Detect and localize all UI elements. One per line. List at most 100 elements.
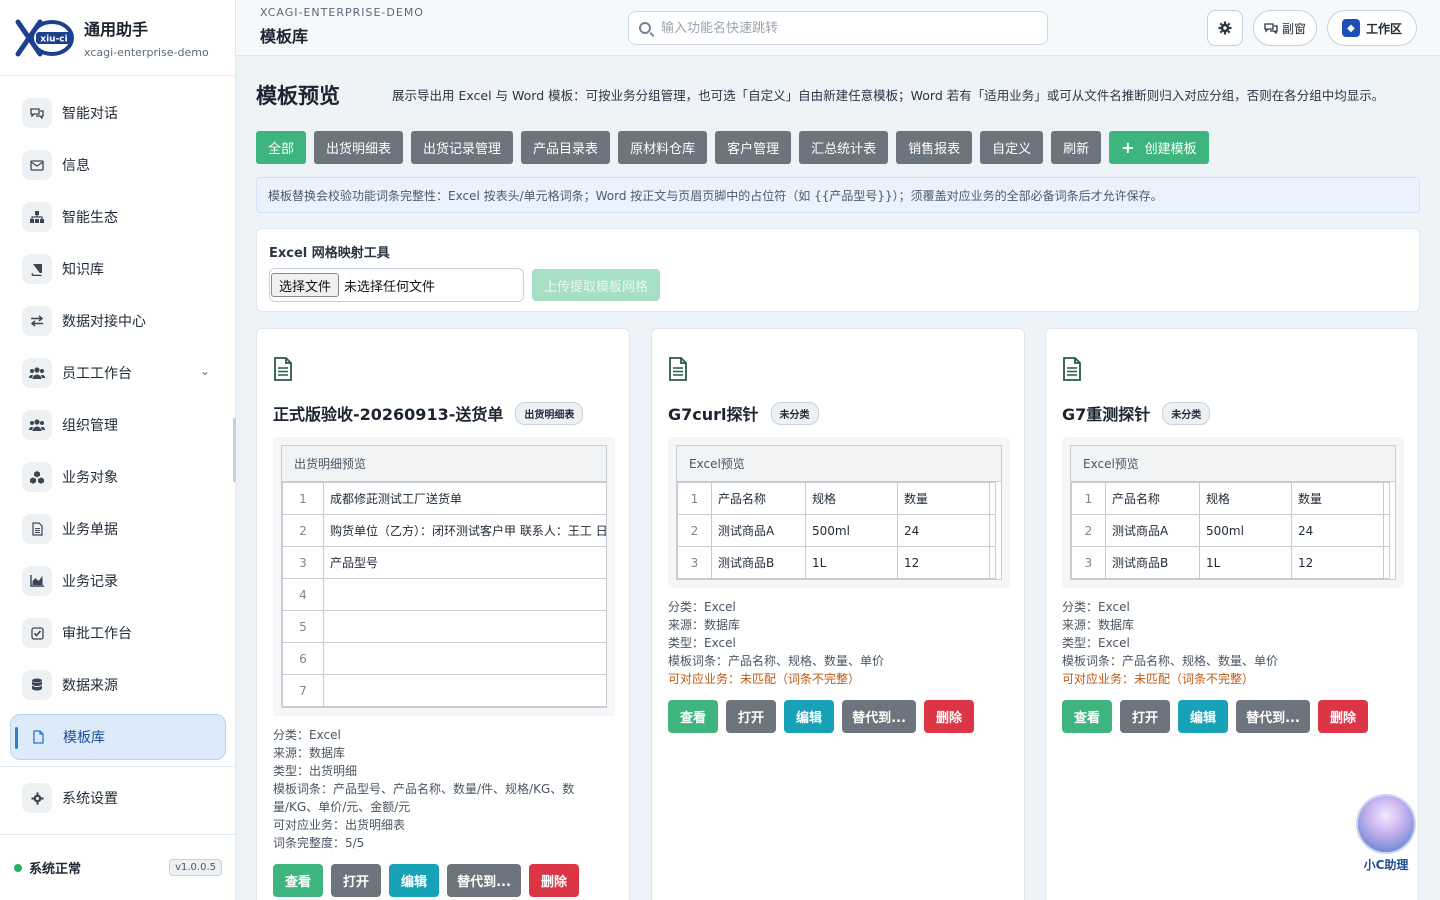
table-cell [1383, 546, 1390, 579]
sidebar-item-10[interactable]: 审批工作台 [10, 610, 226, 656]
sidebar-item-3[interactable]: 知识库 [10, 246, 226, 292]
sidebar-item-0[interactable]: 智能对话 [10, 90, 226, 136]
mail-icon [22, 150, 52, 180]
brand[interactable]: xiu-ci 通用助手 xcagi-enterprise-demo [0, 0, 235, 76]
tab-5[interactable]: 客户管理 [715, 131, 792, 164]
meta-line: 分类：Excel [273, 728, 341, 742]
grid-preview[interactable]: 出货明细预览 1 成都修茈测试工厂送货单 2 购货单位（乙方）：闭环测试客户甲 联系人：… [281, 445, 607, 708]
grid-preview[interactable]: Excel预览 1 产品名称 规格 数量 2 测试商品A 500ml 24 3 测试商品B 1L 12 [1070, 445, 1396, 580]
choose-file-button[interactable]: 选择文件 [271, 273, 340, 297]
table-row: 2 测试商品A 500ml 24 [677, 514, 996, 547]
tab-4[interactable]: 原材料仓库 [618, 131, 708, 164]
sidebar-item-settings[interactable]: 系统设置 [10, 775, 226, 821]
open-button[interactable]: 打开 [1120, 700, 1170, 733]
tab-0[interactable]: 全部 [256, 131, 307, 164]
tab-9[interactable]: 刷新 [1051, 131, 1102, 164]
preview-title: Excel预览 [1071, 446, 1395, 482]
business-match-warning: 可对应业务：未匹配（词条不完整） [668, 672, 861, 686]
view-button[interactable]: 查看 [273, 864, 323, 897]
template-meta: 分类：Excel 来源：数据库 类型：出货明细 模板词条：产品型号、产品名称、数量/件… [273, 726, 593, 852]
cubes-icon [22, 462, 52, 492]
edit-button[interactable]: 编辑 [1178, 700, 1228, 733]
table-cell: 1L [1199, 546, 1292, 579]
row-number: 1 [1071, 482, 1106, 515]
sidebar-item-11[interactable]: 数据来源 [10, 662, 226, 708]
category-badge: 未分类 [1162, 401, 1211, 425]
delete-button[interactable]: 删除 [529, 864, 579, 897]
excel-tool-title: Excel 网格映射工具 [269, 246, 390, 261]
workspace-button[interactable]: ◆ 工作区 [1327, 10, 1417, 46]
sidebar-item-5[interactable]: 员工工作台 ⌄ [10, 350, 226, 396]
sidebar-item-9[interactable]: 业务记录 [10, 558, 226, 604]
delete-button[interactable]: 删除 [924, 700, 974, 733]
row-number: 2 [282, 514, 324, 547]
sidebar-item-4[interactable]: 数据对接中心 [10, 298, 226, 344]
sidebar-item-7[interactable]: 业务对象 [10, 454, 226, 500]
sidebar-item-2[interactable]: 智能生态 [10, 194, 226, 240]
sidebar-item-label: 信息 [62, 158, 90, 174]
table-cell: 规格 [805, 482, 898, 515]
replace-button[interactable]: 替代到... [447, 864, 521, 897]
delete-button[interactable]: 删除 [1318, 700, 1368, 733]
table-cell [1383, 482, 1390, 515]
assistant-widget[interactable]: 小C助理 [1356, 794, 1416, 873]
assistant-avatar[interactable] [1356, 794, 1416, 854]
sidebar-item-1[interactable]: 信息 [10, 142, 226, 188]
meta-line: 来源：数据库 [1062, 618, 1135, 632]
tab-2[interactable]: 出货记录管理 [411, 131, 514, 164]
row-number: 3 [282, 546, 324, 579]
tab-6[interactable]: 汇总统计表 [799, 131, 889, 164]
replace-button[interactable]: 替代到... [1236, 700, 1310, 733]
search-input[interactable] [661, 20, 1031, 36]
brand-subtitle: xcagi-enterprise-demo [84, 46, 209, 59]
cog-icon [22, 783, 52, 813]
replace-button[interactable]: 替代到... [842, 700, 916, 733]
xiu-ci-logo: xiu-ci [14, 16, 76, 60]
table-cell [323, 642, 606, 675]
view-button[interactable]: 查看 [668, 700, 718, 733]
table-cell: 购货单位（乙方）：闭环测试客户甲 联系人：王工 日 [323, 514, 606, 547]
file-input[interactable]: 选择文件 未选择任何文件 [269, 268, 524, 302]
open-button[interactable]: 打开 [331, 864, 381, 897]
plus-icon: + [1121, 138, 1135, 157]
settings-button[interactable] [1207, 10, 1243, 46]
table-row: 3 测试商品B 1L 12 [677, 546, 996, 579]
tab-1[interactable]: 出货明细表 [314, 131, 404, 164]
users-icon [22, 358, 52, 388]
gear-icon [1218, 21, 1232, 35]
template-name: G7重测探针 [1062, 405, 1151, 424]
table-cell: 测试商品A [711, 514, 806, 547]
sidebar-item-6[interactable]: 组织管理 [10, 402, 226, 448]
table-cell: 12 [897, 546, 990, 579]
sidebar-item-8[interactable]: 业务单据 [10, 506, 226, 552]
float-window-button[interactable]: 副窗 [1253, 10, 1317, 46]
sidebar: xiu-ci 通用助手 xcagi-enterprise-demo 智能对话信息… [0, 0, 236, 900]
preview-wrapper: 出货明细预览 1 成都修茈测试工厂送货单 2 购货单位（乙方）：闭环测试客户甲 联系人：… [273, 437, 615, 716]
sidebar-item-12[interactable]: 模板库 [10, 714, 226, 760]
open-button[interactable]: 打开 [726, 700, 776, 733]
table-cell: 产品型号 [323, 546, 606, 579]
edit-button[interactable]: 编辑 [389, 864, 439, 897]
row-number: 1 [677, 482, 712, 515]
view-button[interactable]: 查看 [1062, 700, 1112, 733]
tab-8[interactable]: 自定义 [980, 131, 1044, 164]
tab-3[interactable]: 产品目录表 [521, 131, 611, 164]
sidebar-item-label: 智能生态 [62, 210, 118, 226]
section-heading: 模板预览 [256, 84, 340, 108]
edit-button[interactable]: 编辑 [784, 700, 834, 733]
card-actions: 查看 打开 编辑 替代到... 删除 [668, 700, 982, 733]
search-box[interactable] [628, 11, 1048, 45]
tab-7[interactable]: 销售报表 [896, 131, 973, 164]
meta-line: 来源：数据库 [273, 746, 346, 760]
create-template-button[interactable]: + 创建模板 [1109, 131, 1209, 164]
comments-icon [1264, 23, 1278, 34]
validation-notice: 模板替换会校验功能词条完整性：Excel 按表头/单元格词条；Word 按正文与… [256, 177, 1420, 213]
table-cell: 规格 [1199, 482, 1292, 515]
row-number: 5 [282, 610, 324, 643]
grid-preview[interactable]: Excel预览 1 产品名称 规格 数量 2 测试商品A 500ml 24 3 测试商品B 1L 12 [676, 445, 1002, 580]
file-document-icon [1062, 357, 1082, 381]
chevron-down-icon[interactable]: ⌄ [200, 364, 210, 378]
page-title: 模板库 [260, 27, 309, 46]
upload-extract-button[interactable]: 上传提取模板网格 [532, 269, 660, 301]
meta-line: 分类：Excel [1062, 600, 1130, 614]
